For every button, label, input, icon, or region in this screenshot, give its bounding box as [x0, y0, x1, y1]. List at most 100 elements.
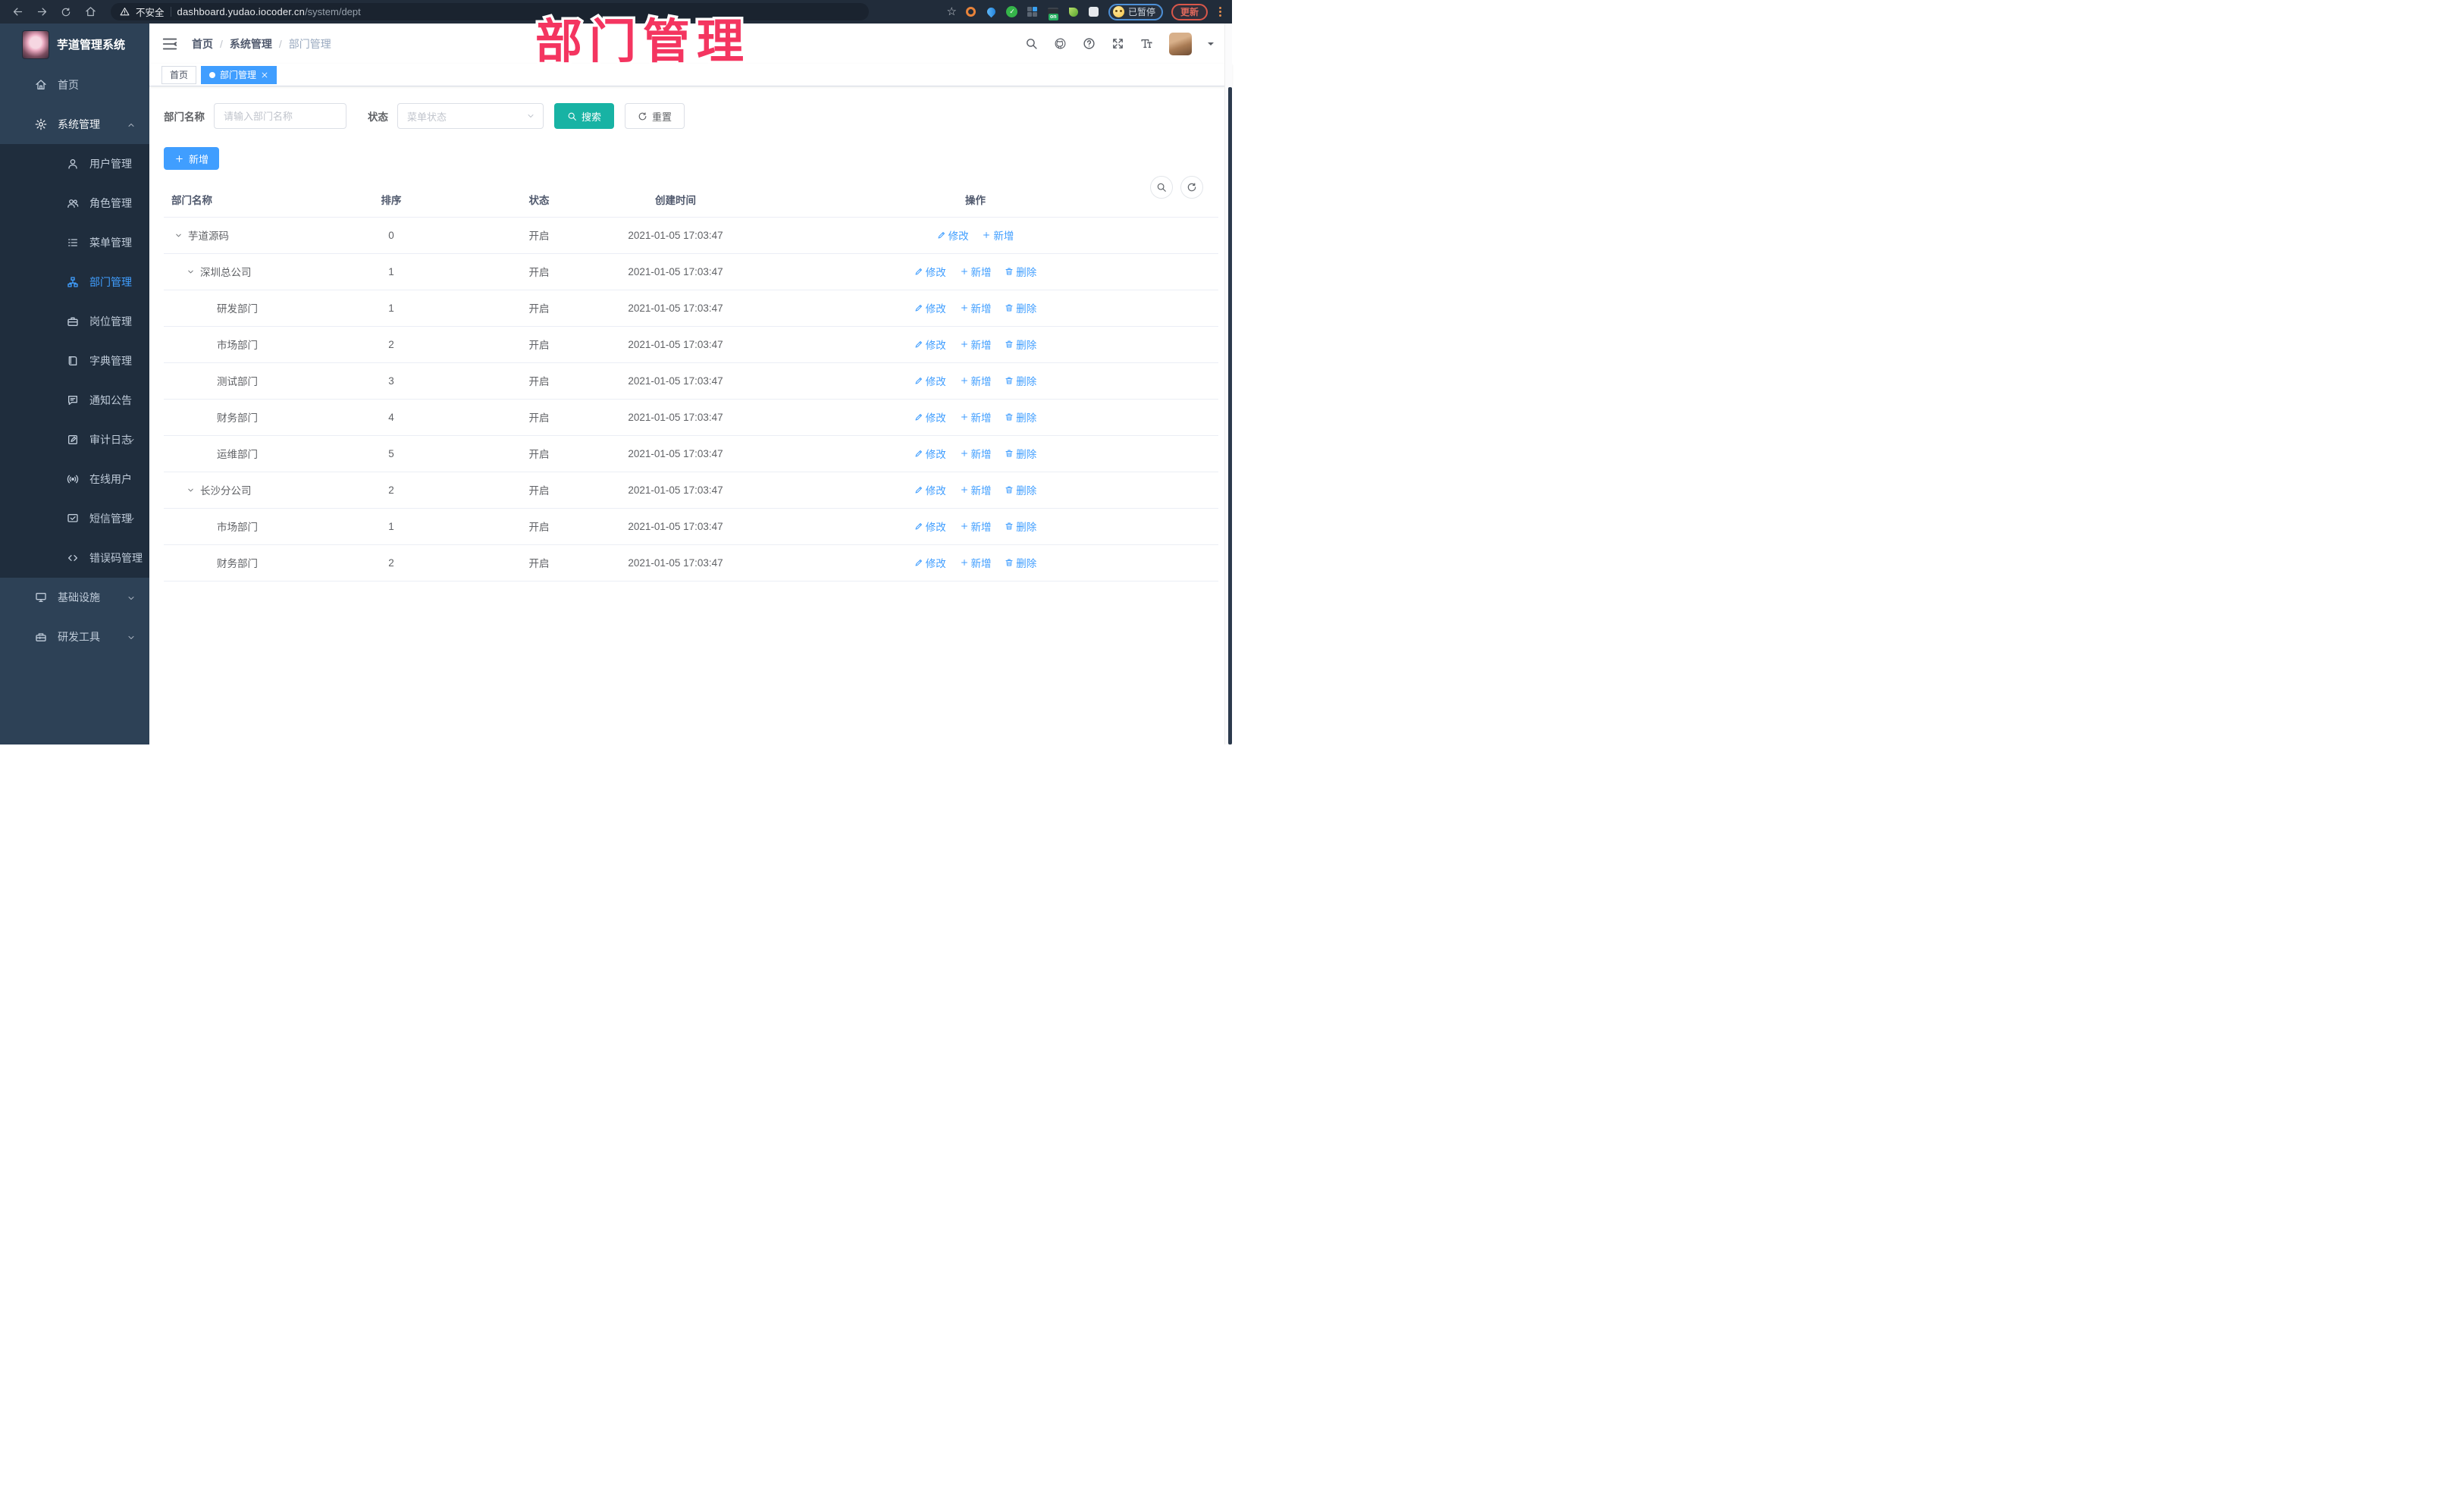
expand-arrow-icon[interactable] — [187, 486, 195, 494]
breadcrumb-home[interactable]: 首页 — [192, 36, 213, 52]
dept-name: 芋道源码 — [188, 230, 229, 242]
extension-icon[interactable]: ✓ — [1006, 6, 1018, 18]
expand-arrow-icon[interactable] — [187, 268, 195, 276]
extension-icon[interactable]: on — [1047, 6, 1059, 20]
extension-icon[interactable] — [1067, 6, 1080, 18]
create-time-cell: 2021-01-05 17:03:47 — [619, 508, 732, 545]
dept-row: 市场部门 2 开启 2021-01-05 17:03:47 修改 新增 删除 — [164, 326, 1218, 363]
chrome-update-button[interactable]: 更新 — [1171, 3, 1208, 20]
show-search-toggle-button[interactable] — [1150, 176, 1173, 199]
delete-link[interactable]: 删除 — [1005, 409, 1036, 425]
add-link[interactable]: 新增 — [960, 373, 992, 388]
sidebar-menu: 首页 系统管理 用户管理 角色管理 菜单管理 部门管理 岗位管理 字典管理 通知… — [0, 65, 149, 744]
status-select[interactable]: 菜单状态 — [397, 103, 544, 129]
refresh-table-button[interactable] — [1180, 176, 1203, 199]
sidebar-item-online-users[interactable]: 在线用户 — [0, 459, 149, 499]
sidebar-item-dict[interactable]: 字典管理 — [0, 341, 149, 381]
add-link[interactable]: 新增 — [960, 337, 992, 352]
expand-arrow-icon[interactable] — [174, 231, 183, 240]
app-logo[interactable]: 芋道管理系统 — [0, 24, 149, 65]
sidebar-item-menus[interactable]: 菜单管理 — [0, 223, 149, 262]
sidebar-item-dev-tools[interactable]: 研发工具 — [0, 617, 149, 657]
profile-paused-chip[interactable]: 已暂停 — [1108, 3, 1163, 20]
tab-home[interactable]: 首页 — [161, 65, 197, 84]
sidebar-item-home[interactable]: 首页 — [0, 65, 149, 105]
sidebar-item-error-codes[interactable]: 错误码管理 — [0, 538, 149, 578]
reset-button[interactable]: 重置 — [625, 103, 685, 129]
edit-link[interactable]: 修改 — [914, 264, 946, 279]
edit-link[interactable]: 修改 — [914, 446, 946, 461]
sort-cell: 2 — [323, 326, 459, 363]
sidebar-item-infrastructure[interactable]: 基础设施 — [0, 578, 149, 617]
sidebar-item-audit-log[interactable]: 审计日志 — [0, 420, 149, 459]
add-link[interactable]: 新增 — [960, 555, 992, 570]
help-icon[interactable] — [1083, 37, 1096, 50]
sidebar-item-system[interactable]: 系统管理 — [0, 105, 149, 144]
edit-link[interactable]: 修改 — [914, 409, 946, 425]
extension-icon[interactable] — [965, 6, 977, 18]
sidebar-item-notice[interactable]: 通知公告 — [0, 381, 149, 420]
bookmark-star-icon[interactable]: ☆ — [947, 6, 957, 17]
sidebar-item-users[interactable]: 用户管理 — [0, 144, 149, 183]
edit-link[interactable]: 修改 — [937, 227, 969, 243]
fullscreen-icon[interactable] — [1111, 37, 1124, 50]
page-scrollbar[interactable] — [1224, 24, 1232, 744]
tab-dept-management[interactable]: 部门管理 — [201, 65, 277, 84]
edit-link[interactable]: 修改 — [914, 337, 946, 352]
trash-icon — [1005, 340, 1014, 349]
search-button[interactable]: 搜索 — [554, 103, 615, 129]
delete-link[interactable]: 删除 — [1005, 482, 1036, 497]
extension-icon[interactable] — [986, 5, 998, 18]
status-cell: 开启 — [459, 435, 619, 472]
status-cell: 开启 — [459, 508, 619, 545]
add-link[interactable]: 新增 — [982, 227, 1014, 243]
chevron-down-icon — [127, 591, 136, 603]
browser-reload-button[interactable] — [56, 3, 76, 21]
add-link[interactable]: 新增 — [960, 264, 992, 279]
address-bar[interactable]: 不安全 dashboard.yudao.iocoder.cn/system/de… — [111, 3, 869, 20]
close-icon[interactable] — [261, 70, 268, 80]
browser-back-button[interactable] — [8, 3, 27, 21]
sidebar-item-label: 系统管理 — [58, 118, 100, 130]
pencil-icon — [914, 303, 923, 312]
edit-link[interactable]: 修改 — [914, 373, 946, 388]
delete-link[interactable]: 删除 — [1005, 519, 1036, 534]
dept-name-input[interactable] — [214, 103, 346, 129]
edit-link[interactable]: 修改 — [914, 482, 946, 497]
browser-forward-button[interactable] — [32, 3, 52, 21]
scrollbar-thumb[interactable] — [1228, 87, 1232, 744]
browser-menu-icon[interactable] — [1216, 7, 1224, 17]
add-dept-button[interactable]: 新增 — [164, 147, 220, 170]
breadcrumb-system[interactable]: 系统管理 — [230, 36, 272, 52]
delete-link[interactable]: 删除 — [1005, 264, 1036, 279]
edit-link[interactable]: 修改 — [914, 555, 946, 570]
delete-link[interactable]: 删除 — [1005, 300, 1036, 315]
add-link[interactable]: 新增 — [960, 300, 992, 315]
edit-link[interactable]: 修改 — [914, 300, 946, 315]
sidebar-item-posts[interactable]: 岗位管理 — [0, 302, 149, 341]
add-link[interactable]: 新增 — [960, 519, 992, 534]
extension-icon[interactable] — [1027, 6, 1039, 18]
sidebar-item-sms[interactable]: 短信管理 — [0, 499, 149, 538]
add-link[interactable]: 新增 — [960, 482, 992, 497]
github-icon[interactable] — [1054, 37, 1067, 50]
edit-link[interactable]: 修改 — [914, 519, 946, 534]
search-icon[interactable] — [1025, 37, 1038, 50]
sidebar-item-depts[interactable]: 部门管理 — [0, 262, 149, 302]
add-link[interactable]: 新增 — [960, 409, 992, 425]
hamburger-icon[interactable] — [161, 36, 178, 52]
user-avatar[interactable] — [1169, 32, 1192, 55]
avatar-dropdown-caret-icon[interactable] — [1208, 42, 1214, 49]
url-host: dashboard.yudao.iocoder.cn — [177, 6, 306, 17]
delete-link[interactable]: 删除 — [1005, 555, 1036, 570]
sidebar-item-roles[interactable]: 角色管理 — [0, 183, 149, 223]
browser-home-button[interactable] — [80, 3, 100, 21]
annotation-title: 部门管理 — [535, 3, 751, 71]
delete-link[interactable]: 删除 — [1005, 337, 1036, 352]
font-size-icon[interactable] — [1140, 37, 1153, 50]
add-link[interactable]: 新增 — [960, 446, 992, 461]
delete-link[interactable]: 删除 — [1005, 446, 1036, 461]
extensions-puzzle-icon[interactable] — [1088, 6, 1100, 18]
delete-link[interactable]: 删除 — [1005, 373, 1036, 388]
dept-name-cell: 财务部门 — [164, 544, 323, 581]
